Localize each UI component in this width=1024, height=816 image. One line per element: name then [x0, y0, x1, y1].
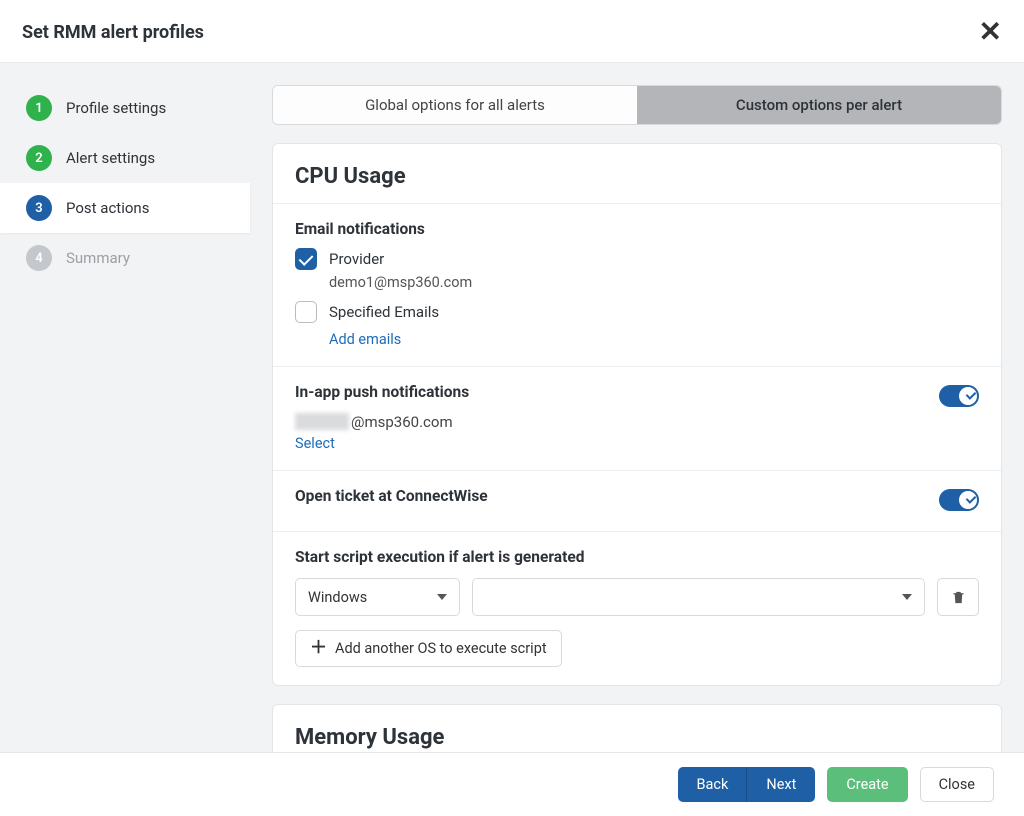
open-ticket-toggle[interactable] — [939, 489, 979, 511]
add-os-label: Add another OS to execute script — [335, 640, 547, 657]
specified-emails-label: Specified Emails — [329, 303, 439, 321]
delete-script-button[interactable] — [937, 578, 979, 616]
step-profile-settings[interactable]: 1 Profile settings — [0, 83, 250, 133]
back-next-group: Back Next — [678, 767, 816, 802]
add-emails-link[interactable]: Add emails — [329, 331, 401, 348]
step-badge: 2 — [26, 145, 52, 171]
step-post-actions[interactable]: 3 Post actions — [0, 183, 250, 233]
modal: Set RMM alert profiles ✕ 1 Profile setti… — [0, 0, 1024, 816]
step-badge: 3 — [26, 195, 52, 221]
inapp-push-section: In-app push notifications @msp360.com Se… — [273, 366, 1001, 470]
add-os-button[interactable]: ＋ Add another OS to execute script — [295, 630, 562, 667]
step-label: Profile settings — [66, 99, 166, 117]
content-scroll[interactable]: Global options for all alerts Custom opt… — [250, 63, 1024, 752]
modal-body: 1 Profile settings 2 Alert settings 3 Po… — [0, 63, 1024, 752]
step-alert-settings[interactable]: 2 Alert settings — [0, 133, 250, 183]
email-notifications-section: Email notifications Provider demo1@msp36… — [273, 203, 1001, 366]
modal-header: Set RMM alert profiles ✕ — [0, 0, 1024, 63]
step-summary: 4 Summary — [0, 233, 250, 283]
provider-checkbox-row: Provider — [295, 248, 979, 270]
close-icon[interactable]: ✕ — [979, 18, 1002, 46]
memory-usage-card: Memory Usage — [272, 704, 1002, 752]
script-select[interactable] — [472, 578, 925, 616]
section-heading: Start script execution if alert is gener… — [295, 548, 979, 566]
specified-emails-checkbox-row: Specified Emails — [295, 301, 979, 323]
next-button[interactable]: Next — [747, 767, 815, 802]
modal-footer: Back Next Create Close — [0, 752, 1024, 816]
os-select-value: Windows — [308, 589, 367, 606]
chevron-down-icon — [437, 594, 447, 600]
step-label: Post actions — [66, 199, 149, 217]
chevron-down-icon — [902, 594, 912, 600]
section-heading: Email notifications — [295, 220, 979, 238]
step-label: Summary — [66, 249, 130, 267]
step-label: Alert settings — [66, 149, 155, 167]
step-badge: 4 — [26, 245, 52, 271]
section-heading: Open ticket at ConnectWise — [295, 487, 488, 505]
trash-icon — [951, 589, 966, 606]
close-button[interactable]: Close — [920, 767, 994, 802]
section-heading: In-app push notifications — [295, 383, 469, 401]
start-script-section: Start script execution if alert is gener… — [273, 531, 1001, 685]
redacted-text — [295, 413, 349, 430]
open-ticket-section: Open ticket at ConnectWise — [273, 470, 1001, 531]
create-button[interactable]: Create — [827, 767, 907, 802]
script-select-row: Windows — [295, 578, 979, 616]
inapp-push-toggle[interactable] — [939, 385, 979, 407]
provider-email: demo1@msp360.com — [329, 274, 979, 291]
content-area: Global options for all alerts Custom opt… — [250, 63, 1024, 752]
tab-custom-options[interactable]: Custom options per alert — [637, 86, 1001, 124]
wizard-sidebar: 1 Profile settings 2 Alert settings 3 Po… — [0, 63, 250, 752]
plus-icon: ＋ — [310, 640, 327, 657]
cpu-usage-card: CPU Usage Email notifications Provider d… — [272, 143, 1002, 686]
provider-checkbox[interactable] — [295, 248, 317, 270]
card-title: Memory Usage — [273, 705, 1001, 752]
modal-title: Set RMM alert profiles — [22, 22, 204, 43]
provider-label: Provider — [329, 250, 384, 268]
tab-global-options[interactable]: Global options for all alerts — [273, 86, 637, 124]
specified-emails-checkbox[interactable] — [295, 301, 317, 323]
inapp-email: @msp360.com — [295, 413, 979, 431]
step-badge: 1 — [26, 95, 52, 121]
select-link[interactable]: Select — [295, 435, 335, 452]
card-title: CPU Usage — [273, 144, 1001, 203]
back-button[interactable]: Back — [678, 767, 748, 802]
os-select[interactable]: Windows — [295, 578, 460, 616]
options-tabstrip: Global options for all alerts Custom opt… — [272, 85, 1002, 125]
